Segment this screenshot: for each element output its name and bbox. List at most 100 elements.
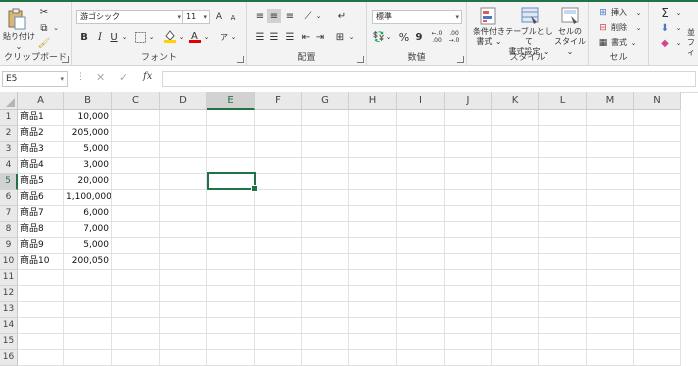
cell-h1[interactable] <box>349 110 397 126</box>
cell-k8[interactable] <box>492 222 539 238</box>
column-header-m[interactable]: M <box>587 92 634 110</box>
column-header-j[interactable]: J <box>445 92 492 110</box>
cell-n7[interactable] <box>634 206 681 222</box>
cell-h9[interactable] <box>349 238 397 254</box>
cell-l5[interactable] <box>539 174 587 190</box>
cell-j13[interactable] <box>445 302 492 318</box>
cell-g14[interactable] <box>302 318 349 334</box>
active-cell[interactable] <box>207 172 258 192</box>
cell-m5[interactable] <box>587 174 634 190</box>
cell-j10[interactable] <box>445 254 492 270</box>
paste-icon[interactable] <box>6 8 28 30</box>
cell-d3[interactable] <box>160 142 207 158</box>
cell-n15[interactable] <box>634 334 681 350</box>
cell-e12[interactable] <box>207 286 255 302</box>
cell-d1[interactable] <box>160 110 207 126</box>
cell-c5[interactable] <box>112 174 160 190</box>
cell-k4[interactable] <box>492 158 539 174</box>
cell-m14[interactable] <box>587 318 634 334</box>
cell-l14[interactable] <box>539 318 587 334</box>
cell-c1[interactable] <box>112 110 160 126</box>
cell-j2[interactable] <box>445 126 492 142</box>
cell-h8[interactable] <box>349 222 397 238</box>
cell-b1[interactable]: 10,000 <box>64 110 112 126</box>
underline-button[interactable]: U <box>108 30 120 44</box>
sort-filter-label[interactable]: 並フィ <box>687 28 698 58</box>
row-header-15[interactable]: 15 <box>0 334 18 350</box>
clear-icon[interactable]: ◆ <box>659 37 671 49</box>
cell-e9[interactable] <box>207 238 255 254</box>
font-name-dropdown-icon[interactable]: ▾ <box>177 11 181 23</box>
cell-c8[interactable] <box>112 222 160 238</box>
cell-e14[interactable] <box>207 318 255 334</box>
cell-l13[interactable] <box>539 302 587 318</box>
cell-n2[interactable] <box>634 126 681 142</box>
cell-n8[interactable] <box>634 222 681 238</box>
cell-a7[interactable]: 商品7 <box>18 206 64 222</box>
increase-decimal-icon[interactable]: ←.0.00 <box>430 30 444 44</box>
cell-e7[interactable] <box>207 206 255 222</box>
cell-h2[interactable] <box>349 126 397 142</box>
cell-k16[interactable] <box>492 350 539 366</box>
cell-e13[interactable] <box>207 302 255 318</box>
borders-icon[interactable] <box>134 30 146 44</box>
column-header-i[interactable]: I <box>397 92 445 110</box>
cell-n3[interactable] <box>634 142 681 158</box>
column-header-l[interactable]: L <box>539 92 587 110</box>
font-color-icon[interactable]: A <box>189 29 201 43</box>
cell-b12[interactable] <box>64 286 112 302</box>
cell-h15[interactable] <box>349 334 397 350</box>
cell-g16[interactable] <box>302 350 349 366</box>
cell-l3[interactable] <box>539 142 587 158</box>
conditional-formatting-label[interactable]: 条件付き 書式 ⌄ <box>469 27 509 47</box>
cell-j3[interactable] <box>445 142 492 158</box>
merge-dropdown-icon[interactable]: ⌄ <box>348 31 355 43</box>
row-header-9[interactable]: 9 <box>0 238 18 254</box>
cell-i7[interactable] <box>397 206 445 222</box>
cell-n9[interactable] <box>634 238 681 254</box>
cell-c16[interactable] <box>112 350 160 366</box>
cell-f1[interactable] <box>255 110 302 126</box>
row-header-10[interactable]: 10 <box>0 254 18 270</box>
fill-color-dropdown-icon[interactable]: ⌄ <box>178 30 185 44</box>
delete-cells-icon[interactable]: ⊟ <box>597 22 609 34</box>
cell-b6[interactable]: 1,100,000 <box>64 190 112 206</box>
cell-h12[interactable] <box>349 286 397 302</box>
cell-g1[interactable] <box>302 110 349 126</box>
row-header-7[interactable]: 7 <box>0 206 18 222</box>
cell-c3[interactable] <box>112 142 160 158</box>
cell-c15[interactable] <box>112 334 160 350</box>
autosum-icon[interactable]: Σ <box>659 6 671 20</box>
decrease-decimal-icon[interactable]: .00 →.0 <box>447 30 461 44</box>
cell-j4[interactable] <box>445 158 492 174</box>
row-header-3[interactable]: 3 <box>0 142 18 158</box>
cell-m12[interactable] <box>587 286 634 302</box>
format-as-table-icon[interactable] <box>521 7 539 25</box>
cell-j14[interactable] <box>445 318 492 334</box>
cell-m4[interactable] <box>587 158 634 174</box>
column-header-d[interactable]: D <box>160 92 207 110</box>
cell-a14[interactable] <box>18 318 64 334</box>
cell-j12[interactable] <box>445 286 492 302</box>
cell-i9[interactable] <box>397 238 445 254</box>
cell-m8[interactable] <box>587 222 634 238</box>
alignment-launcher-icon[interactable] <box>357 56 364 63</box>
insert-dropdown-icon[interactable]: ⌄ <box>635 7 642 19</box>
cell-l4[interactable] <box>539 158 587 174</box>
cell-c12[interactable] <box>112 286 160 302</box>
copy-dropdown-icon[interactable]: ⌄ <box>52 22 60 34</box>
cell-g9[interactable] <box>302 238 349 254</box>
cell-l9[interactable] <box>539 238 587 254</box>
cell-c11[interactable] <box>112 270 160 286</box>
cell-h11[interactable] <box>349 270 397 286</box>
cell-c6[interactable] <box>112 190 160 206</box>
cell-c10[interactable] <box>112 254 160 270</box>
cell-h6[interactable] <box>349 190 397 206</box>
fill-icon[interactable]: ⬇ <box>659 22 671 34</box>
cell-b8[interactable]: 7,000 <box>64 222 112 238</box>
formula-input[interactable] <box>162 71 696 87</box>
cell-f3[interactable] <box>255 142 302 158</box>
percent-button[interactable]: % <box>398 31 410 44</box>
cell-a3[interactable]: 商品3 <box>18 142 64 158</box>
cell-f10[interactable] <box>255 254 302 270</box>
